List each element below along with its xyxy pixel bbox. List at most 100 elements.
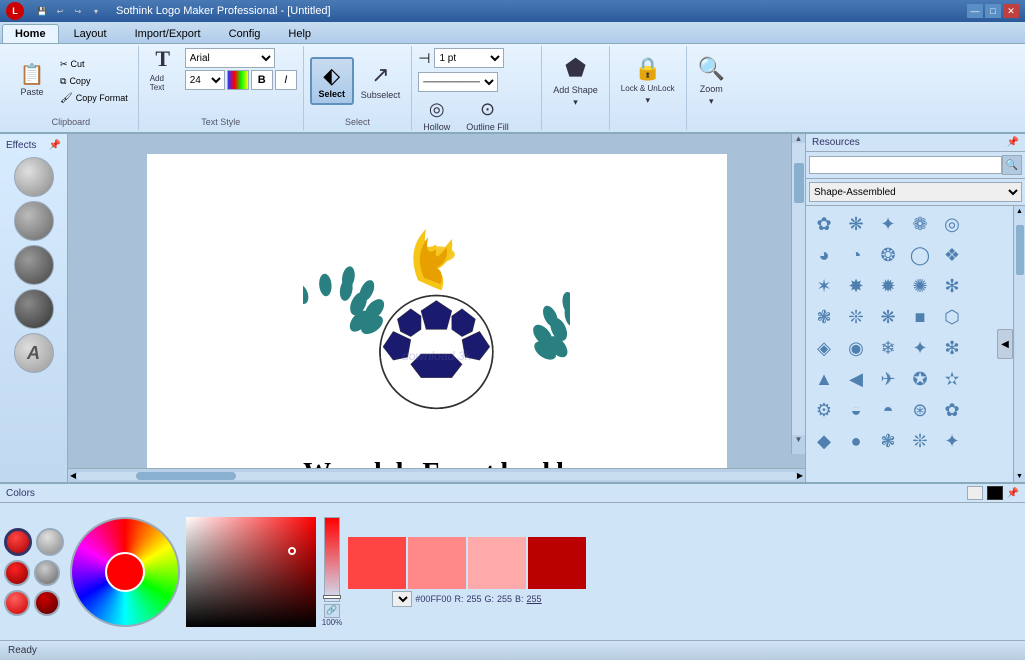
color-bar-select[interactable]: ▼	[392, 591, 412, 607]
stroke-line-select[interactable]: ────────	[418, 72, 498, 92]
shape-item[interactable]: ▲	[809, 364, 839, 394]
font-size-select[interactable]: 24	[185, 70, 225, 90]
swatch-gray[interactable]	[36, 528, 64, 556]
quick-dropdown-btn[interactable]: ▾	[88, 4, 104, 18]
cut-button[interactable]: ✂ Cut	[56, 57, 132, 72]
quick-undo-btn[interactable]: ↩	[52, 4, 68, 18]
canvas-content[interactable]: download 3k World Football	[303, 198, 570, 468]
shape-item[interactable]: ⬡	[937, 302, 967, 332]
outline-fill-button[interactable]: ⊙ Outline Fill	[461, 96, 514, 135]
shape-item[interactable]: ■	[905, 302, 935, 332]
swatch-darkred[interactable]	[34, 590, 60, 616]
zoom-button[interactable]: 🔍 Zoom ▾	[693, 51, 730, 111]
scroll-up-arrow[interactable]: ▲	[792, 134, 805, 143]
shape-item[interactable]: ❊	[905, 426, 935, 456]
select-button[interactable]: ⬖ Select	[310, 57, 354, 105]
subselect-button[interactable]: ↗ Subselect	[356, 59, 406, 103]
gradient-picker[interactable]	[186, 517, 316, 627]
hollow-button[interactable]: ◎ Hollow	[418, 96, 455, 135]
tab-help[interactable]: Help	[275, 24, 324, 43]
paste-button[interactable]: 📋 Paste	[10, 52, 54, 110]
alpha-link-button[interactable]: 🔗	[324, 604, 340, 618]
lock-unlock-button[interactable]: 🔒 Lock & UnLock ▾	[616, 51, 680, 111]
shape-item[interactable]: ❁	[905, 209, 935, 239]
tab-config[interactable]: Config	[216, 24, 274, 43]
shape-item[interactable]: ❂	[873, 240, 903, 270]
shape-item[interactable]: ⚙	[809, 395, 839, 425]
shape-item[interactable]: ✺	[905, 271, 935, 301]
color-bar-4[interactable]	[528, 537, 586, 589]
colors-swatch-white[interactable]	[967, 486, 983, 500]
shape-item[interactable]: ✈	[873, 364, 903, 394]
effect-circle2[interactable]	[14, 201, 54, 241]
quick-save-btn[interactable]: 💾	[34, 4, 50, 18]
shape-item[interactable]: ◓	[873, 395, 903, 425]
font-family-select[interactable]: Arial	[185, 48, 275, 68]
color-indicator[interactable]	[227, 70, 249, 90]
shape-item[interactable]: ❃	[873, 426, 903, 456]
resources-search-input[interactable]	[809, 156, 1002, 174]
color-bar-2[interactable]	[408, 537, 466, 589]
canvas-vscroll[interactable]: ▲ ▼	[791, 134, 805, 454]
shape-item[interactable]: ✪	[905, 364, 935, 394]
swatch-red3[interactable]	[4, 590, 30, 616]
color-bar-1[interactable]	[348, 537, 406, 589]
swatch-red2[interactable]	[4, 560, 30, 586]
res-scroll-up[interactable]: ▲	[1016, 208, 1023, 215]
res-scroll-down[interactable]: ▼	[1016, 473, 1023, 480]
shape-item[interactable]: ◔	[841, 240, 871, 270]
tab-home[interactable]: Home	[2, 24, 59, 43]
shape-item[interactable]: ❃	[809, 302, 839, 332]
effect-text[interactable]: A	[14, 333, 54, 373]
copy-format-button[interactable]: 🖌 Copy Format	[56, 91, 132, 106]
search-button[interactable]: 🔍	[1002, 155, 1022, 175]
effect-circle1[interactable]	[14, 157, 54, 197]
add-shape-button[interactable]: ⬟ Add Shape ▾	[548, 51, 603, 111]
effect-circle3[interactable]	[14, 245, 54, 285]
shape-item[interactable]: ✹	[873, 271, 903, 301]
shape-item[interactable]: ✿	[809, 209, 839, 239]
shape-item[interactable]: ❄	[873, 333, 903, 363]
shape-item[interactable]: ✻	[937, 271, 967, 301]
shape-item[interactable]: ●	[841, 426, 871, 456]
scroll-thumb-v[interactable]	[794, 163, 804, 203]
swatch-red-active[interactable]	[4, 528, 32, 556]
maximize-button[interactable]: □	[985, 4, 1001, 18]
tab-layout[interactable]: Layout	[61, 24, 120, 43]
shape-item[interactable]: ✶	[809, 271, 839, 301]
scroll-thumb-h[interactable]	[136, 472, 236, 480]
stroke-width-select[interactable]: 1 pt	[434, 48, 504, 68]
alpha-slider[interactable]	[324, 517, 340, 602]
resources-filter-select[interactable]: Shape-Assembled Shape-Basic Shape-Comple…	[809, 182, 1022, 202]
shape-item[interactable]: ◎	[937, 209, 967, 239]
add-text-button[interactable]: T Add Text	[145, 51, 181, 87]
alpha-thumb[interactable]	[323, 595, 341, 599]
shape-item[interactable]: ✦	[937, 426, 967, 456]
shape-item[interactable]: ❋	[873, 302, 903, 332]
shape-item[interactable]: ✫	[937, 364, 967, 394]
scroll-right-arrow[interactable]: ▶	[797, 471, 803, 480]
minimize-button[interactable]: —	[967, 4, 983, 18]
shape-item[interactable]: ◆	[809, 426, 839, 456]
shape-item[interactable]: ◯	[905, 240, 935, 270]
swatch-gray2[interactable]	[34, 560, 60, 586]
shape-item[interactable]: ❋	[841, 209, 871, 239]
copy-button[interactable]: ⧉ Copy	[56, 74, 132, 89]
color-bar-3[interactable]	[468, 537, 526, 589]
shape-item[interactable]: ✿	[937, 395, 967, 425]
shape-item[interactable]: ✸	[841, 271, 871, 301]
shape-item[interactable]: ◈	[809, 333, 839, 363]
italic-button[interactable]: I	[275, 70, 297, 90]
res-scroll-thumb[interactable]	[1016, 225, 1024, 275]
colors-swatch-black[interactable]	[987, 486, 1003, 500]
shape-item[interactable]: ✦	[905, 333, 935, 363]
shape-item[interactable]: ❖	[937, 240, 967, 270]
tab-import-export[interactable]: Import/Export	[122, 24, 214, 43]
close-button[interactable]: ✕	[1003, 4, 1019, 18]
scroll-down-arrow[interactable]: ▼	[792, 435, 805, 444]
shape-item[interactable]: ⊛	[905, 395, 935, 425]
shape-item[interactable]: ❊	[841, 302, 871, 332]
resources-collapse-button[interactable]: ◀	[997, 329, 1013, 359]
effect-circle4[interactable]	[14, 289, 54, 329]
bold-button[interactable]: B	[251, 70, 273, 90]
